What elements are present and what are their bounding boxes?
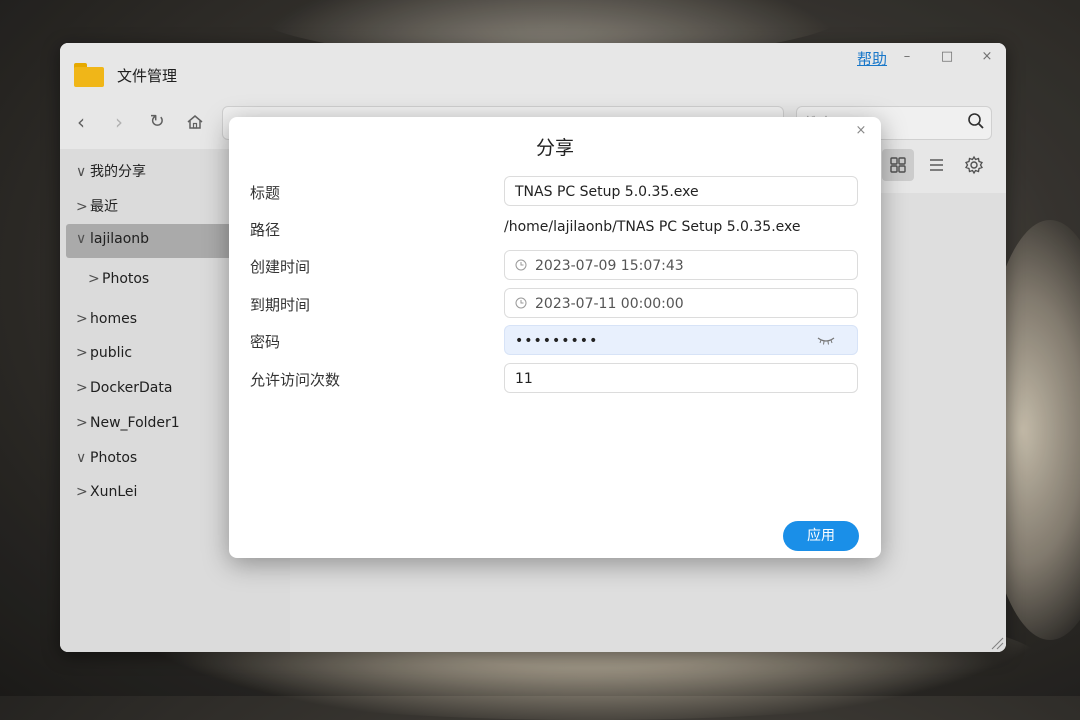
created-time-value: 2023-07-09 15:07:43 [535, 258, 684, 274]
path-value: /home/lajilaonb/TNAS PC Setup 5.0.35.exe [504, 219, 801, 235]
expire-time-field[interactable]: 2023-07-11 00:00:00 [504, 288, 858, 318]
expire-time-label: 到期时间 [250, 296, 311, 314]
password-label: 密码 [250, 333, 281, 351]
expire-time-value: 2023-07-11 00:00:00 [535, 296, 684, 312]
dialog-title: 分享 [535, 137, 574, 159]
password-value: ••••••••• [515, 333, 599, 349]
clock-icon [515, 259, 527, 271]
created-time-field[interactable]: 2023-07-09 15:07:43 [504, 250, 858, 280]
title-field[interactable]: TNAS PC Setup 5.0.35.exe [504, 176, 858, 206]
apply-button[interactable]: 应用 [783, 521, 859, 551]
title-label: 标题 [250, 184, 281, 202]
close-dialog-button[interactable]: × [853, 123, 869, 139]
visit-limit-label: 允许访问次数 [250, 371, 341, 389]
created-time-label: 创建时间 [250, 258, 311, 276]
share-dialog: 分享 × 标题 TNAS PC Setup 5.0.35.exe 路径 /hom… [229, 117, 881, 558]
eye-closed-icon[interactable] [817, 335, 835, 347]
visit-limit-field[interactable]: 11 [504, 363, 858, 393]
clock-icon [515, 297, 527, 309]
password-field[interactable]: ••••••••• [504, 325, 858, 355]
path-label: 路径 [250, 221, 281, 239]
